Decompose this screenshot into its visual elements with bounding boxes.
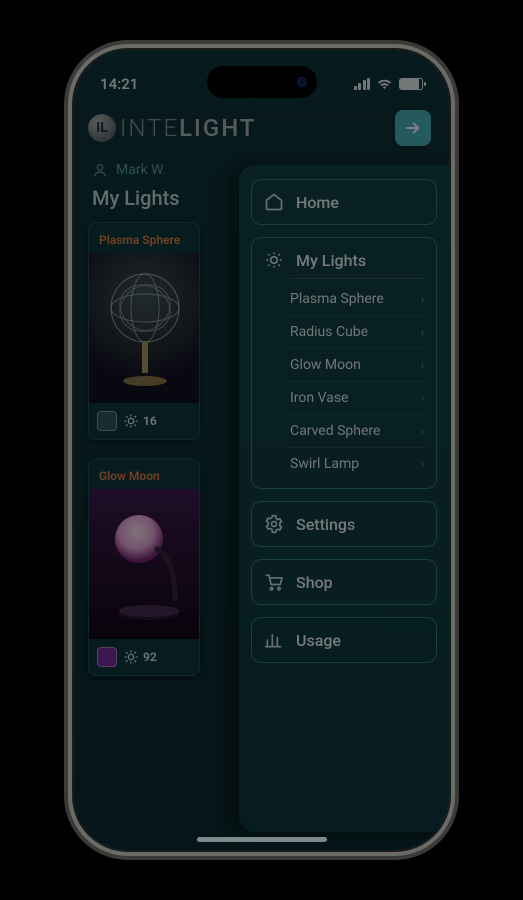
nav-shop[interactable]: Shop [251, 559, 437, 605]
brightness-control[interactable]: 16 [123, 413, 157, 429]
light-card[interactable]: Glow Moon [88, 458, 200, 676]
battery-icon [399, 78, 423, 90]
brand-prefix: INTE [120, 114, 179, 142]
nav-light-label: Plasma Sphere [290, 291, 384, 307]
color-swatch[interactable] [97, 647, 117, 667]
light-thumbnail [89, 489, 199, 639]
lightbulb-icon [264, 250, 284, 270]
user-name: Mark W. [116, 162, 166, 178]
nav-label: Home [296, 193, 339, 212]
home-icon [264, 192, 284, 212]
light-card-title: Glow Moon [89, 459, 199, 489]
chevron-right-icon: › [421, 293, 424, 306]
nav-label: My Lights [296, 251, 366, 270]
chevron-right-icon: › [421, 425, 424, 438]
light-card-title: Plasma Sphere [89, 223, 199, 253]
color-swatch[interactable] [97, 411, 117, 431]
gear-icon [264, 514, 284, 534]
brightness-icon [123, 649, 139, 665]
nav-light-item[interactable]: Iron Vase › [290, 382, 424, 415]
brightness-control[interactable]: 92 [123, 649, 157, 665]
nav-light-item[interactable]: Plasma Sphere › [290, 283, 424, 316]
light-card[interactable]: Plasma Sphere [88, 222, 200, 440]
brand-logo-block: IL INTELIGHT [88, 114, 257, 142]
nav-my-lights[interactable]: My Lights Plasma Sphere›Radius Cube›Glow… [251, 237, 437, 489]
brand-suffix: LIGHT [179, 114, 256, 142]
nav-light-label: Carved Sphere [290, 423, 380, 439]
chevron-right-icon: › [421, 392, 424, 405]
nav-light-label: Swirl Lamp [290, 456, 359, 472]
nav-light-label: Iron Vase [290, 390, 348, 406]
nav-label: Settings [296, 515, 355, 534]
bar-chart-icon [264, 630, 284, 650]
nav-home[interactable]: Home [251, 179, 437, 225]
nav-label: Shop [296, 573, 333, 592]
phone-frame: 14:21 IL INTELIGHT [74, 50, 449, 850]
wifi-icon [376, 78, 393, 90]
arrow-right-icon [404, 119, 422, 137]
home-indicator [197, 837, 327, 842]
nav-label: Usage [296, 631, 341, 650]
brightness-value: 92 [143, 650, 157, 664]
chevron-right-icon: › [421, 458, 424, 471]
dynamic-island [207, 66, 317, 98]
nav-usage[interactable]: Usage [251, 617, 437, 663]
nav-light-item[interactable]: Glow Moon › [290, 349, 424, 382]
chevron-right-icon: › [421, 326, 424, 339]
user-icon [92, 162, 108, 178]
nav-light-item[interactable]: Radius Cube › [290, 316, 424, 349]
drawer-toggle-button[interactable] [395, 110, 431, 146]
nav-light-label: Radius Cube [290, 324, 368, 340]
cellular-icon [354, 78, 371, 90]
nav-light-label: Glow Moon [290, 357, 361, 373]
nav-light-item[interactable]: Carved Sphere › [290, 415, 424, 448]
cart-icon [264, 572, 284, 592]
nav-settings[interactable]: Settings [251, 501, 437, 547]
brightness-icon [123, 413, 139, 429]
light-thumbnail [89, 253, 199, 403]
nav-light-item[interactable]: Swirl Lamp › [290, 448, 424, 480]
chevron-right-icon: › [421, 359, 424, 372]
nav-drawer: Home My Lights Plasma Sphere›Radius Cube… [239, 165, 449, 832]
brand-mark-icon: IL [88, 114, 116, 142]
brightness-value: 16 [143, 414, 157, 428]
status-time: 14:21 [100, 75, 138, 93]
